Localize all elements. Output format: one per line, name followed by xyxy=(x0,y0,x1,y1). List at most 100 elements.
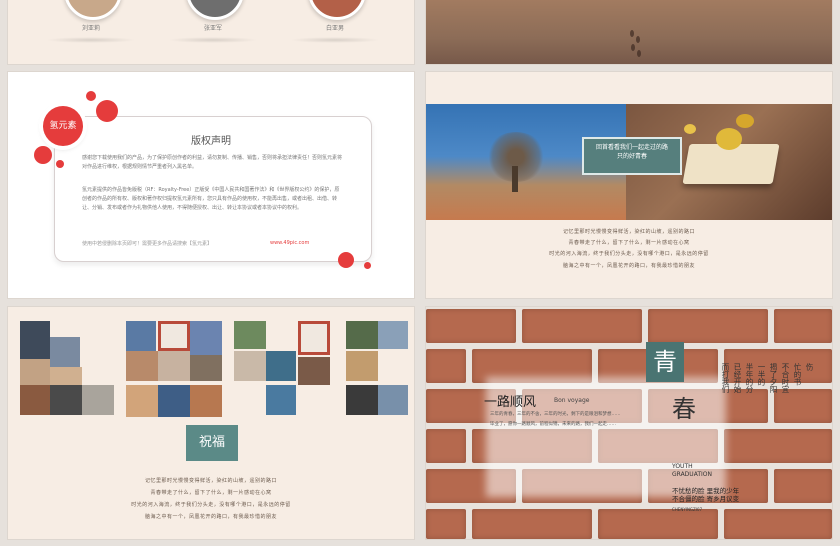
collage-photo xyxy=(126,351,158,381)
decor-dot xyxy=(364,262,371,269)
brick xyxy=(724,429,832,463)
slide-thumbnail-1[interactable]: 刘亚莉 张亚军 白亚男 xyxy=(8,0,414,64)
poem-line: 青春带走了什么，留下了什么，剩一片感动在心窝 xyxy=(568,240,690,246)
collage-photo xyxy=(234,351,266,381)
collage-photo xyxy=(190,321,222,355)
signature-text: CHENYINGZI07 xyxy=(672,507,703,512)
footer-note: 使用中若侵删除本页即可！需要更多作品请搜索【氢元素】 xyxy=(82,241,213,247)
portrait-image xyxy=(186,0,244,20)
collage-photo xyxy=(20,359,50,385)
footprint-image xyxy=(637,50,641,57)
brick xyxy=(522,309,642,343)
open-book xyxy=(682,144,780,184)
portrait-shadow xyxy=(290,37,380,43)
poem-line: 时光的河入海流，终于我们分头走，没有哪个港口，是永远的停留 xyxy=(549,251,709,257)
tree-trunk xyxy=(512,166,518,192)
collage-photo xyxy=(50,337,80,367)
brick xyxy=(472,509,592,539)
slide-thumbnail-2[interactable] xyxy=(426,0,832,64)
vertical-text: 而打我们 xyxy=(721,363,730,393)
flower-image xyxy=(736,114,754,128)
collage-photo xyxy=(126,321,156,351)
framed-photo xyxy=(158,321,190,351)
collage-photo xyxy=(82,385,114,415)
vertical-text: 伤 xyxy=(805,363,814,371)
footprint-image xyxy=(631,44,635,51)
vertical-text: 一半的 xyxy=(757,363,766,386)
caption-line: 不合僵的脸 寄乡月议变 xyxy=(672,495,740,503)
collage-photo xyxy=(266,351,296,381)
vertical-text: 不合时宜 xyxy=(781,363,790,393)
decor-dot xyxy=(56,160,64,168)
poem-line: 脑海之中有一个，凤凰花开的路口，有我最珍惜的朋友 xyxy=(144,514,277,520)
decor-dot xyxy=(86,91,96,101)
collage-photo xyxy=(378,385,408,415)
brick xyxy=(598,509,718,539)
youth-char-box: 青 xyxy=(646,342,684,382)
copyright-paragraph: 氢元素提供的作品皆免版税（RF：Royalty-Free）正版受《中国人民共和国… xyxy=(82,187,340,211)
portrait-image xyxy=(64,0,122,20)
portrait-label: 刘亚莉 xyxy=(81,25,100,32)
portrait-shadow xyxy=(46,37,136,43)
brick xyxy=(648,309,768,343)
caption-text: 回首看看我们一起走过的路 只的好青春 xyxy=(595,144,668,160)
body-text: 三年的青春，三年的不舍，三年的时光，剩下的是眼泪和梦想…… xyxy=(490,412,621,417)
decor-dot xyxy=(34,146,52,164)
collage-photo xyxy=(190,355,222,381)
poem-line: 记忆里那时光慢慢变得鲜活，染红的山坡，遥别的路口 xyxy=(144,478,277,484)
slide-thumbnail-5[interactable]: 祝福 记忆里那时光慢慢变得鲜活，染红的山坡，遥别的路口 青春带走了什么，留下了什… xyxy=(8,307,414,539)
collage-photo xyxy=(126,385,158,417)
brick xyxy=(774,469,832,503)
collage-photo xyxy=(190,385,222,417)
footprint-image xyxy=(630,30,634,37)
brick xyxy=(774,309,832,343)
body-text: 毕业了，愿你一路顺风，前程似锦，未来的路，我们一起走…… xyxy=(490,422,616,427)
collage-photo xyxy=(346,385,378,415)
portrait-shadow xyxy=(168,37,258,43)
graduation-word: GRADUATION xyxy=(672,471,712,478)
poem-line: 脑海之中有一个，凤凰花开的路口，有我最珍惜的朋友 xyxy=(562,263,695,269)
flower-image xyxy=(684,124,696,134)
youth-graduation-label: YOUTH GRADUATION xyxy=(672,463,712,479)
brick xyxy=(426,349,466,383)
collage-photo xyxy=(20,385,50,415)
poem-line: 记忆里那时光慢慢变得鲜活，染红的山坡，遥别的路口 xyxy=(562,229,695,235)
footprint-image xyxy=(636,36,640,43)
decor-dot xyxy=(96,100,118,122)
vertical-text: 忙的书 xyxy=(793,363,802,386)
slide-thumbnail-3[interactable]: 氢元素 版权声明 感谢您下载使用我们的产品，为了保护原创作者的利益，请勿复制、传… xyxy=(8,72,414,298)
collage-photo xyxy=(234,321,266,349)
collage-photo xyxy=(158,385,190,417)
caption-box: 回首看看我们一起走过的路 只的好青春 xyxy=(582,137,682,175)
heading: 一路顺风 xyxy=(484,395,537,410)
flower-image xyxy=(716,128,742,150)
slide-thumbnail-4[interactable]: 回首看看我们一起走过的路 只的好青春 记忆里那时光慢慢变得鲜活，染红的山坡，遥别… xyxy=(426,72,832,298)
poem-line: 时光的河入海流，终于我们分头走，没有哪个港口，是永远的停留 xyxy=(131,502,291,508)
caption-line: 不忧愁的脸 里我的少年 xyxy=(672,487,740,495)
vertical-text: 揭了夕阳 xyxy=(769,363,778,393)
sand-photo xyxy=(426,0,832,64)
blessing-stamp: 祝福 xyxy=(186,425,238,461)
subheading: Bon voyage xyxy=(554,397,590,404)
collage-photo xyxy=(346,321,378,349)
portrait-label: 张亚军 xyxy=(203,25,222,32)
youth-word: YOUTH xyxy=(672,463,693,470)
slide-thumbnail-6[interactable]: 青 春 一路顺风 Bon voyage 三年的青春，三年的不舍，三年的时光，剩下… xyxy=(426,307,832,539)
collage-photo xyxy=(50,385,82,415)
brick xyxy=(774,389,832,423)
caption: 不忧愁的脸 里我的少年 不合僵的脸 寄乡月议变 xyxy=(672,487,739,503)
framed-photo xyxy=(298,321,330,355)
collage-photo xyxy=(20,321,50,359)
brick xyxy=(426,429,466,463)
website-link[interactable]: www.49pic.com xyxy=(270,240,309,246)
youth-char: 春 xyxy=(672,395,696,423)
collage-photo xyxy=(158,351,190,381)
brick xyxy=(426,509,466,539)
collage-photo xyxy=(298,357,330,385)
brick xyxy=(724,509,832,539)
copyright-title: 版权声明 xyxy=(191,136,231,147)
collage-photo xyxy=(266,385,296,415)
brick xyxy=(426,309,516,343)
decor-dot xyxy=(338,252,354,268)
collage-photo xyxy=(346,351,378,381)
